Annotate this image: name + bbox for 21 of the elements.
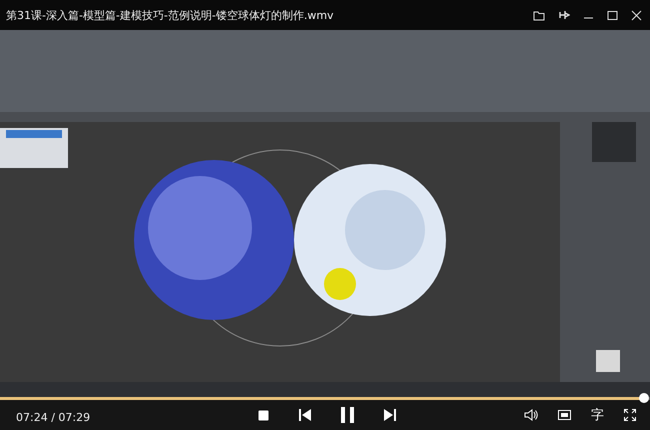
fullscreen-button[interactable] xyxy=(622,407,638,423)
screen-icon xyxy=(558,410,571,420)
next-button[interactable] xyxy=(382,407,398,423)
previous-icon xyxy=(299,409,311,421)
stop-icon xyxy=(258,410,269,420)
folder-icon[interactable] xyxy=(533,10,545,20)
stop-button[interactable] xyxy=(256,408,271,422)
playback-time: 07:24 / 07:29 xyxy=(16,410,90,424)
volume-icon xyxy=(524,409,538,421)
close-icon[interactable] xyxy=(631,10,642,20)
pause-button[interactable] xyxy=(339,405,356,425)
fullscreen-icon xyxy=(624,409,636,421)
mini-player-button[interactable] xyxy=(556,408,573,422)
pin-icon[interactable] xyxy=(558,9,570,21)
previous-button[interactable] xyxy=(297,407,313,423)
window-title: 第31课-深入篇-模型篇-建模技巧-范例说明-镂空球体灯的制作.wmv xyxy=(6,8,334,22)
maximize-icon[interactable] xyxy=(607,10,618,20)
next-icon xyxy=(384,409,396,421)
pause-icon xyxy=(341,407,354,423)
subtitle-button[interactable]: 字 xyxy=(589,406,606,424)
volume-button[interactable] xyxy=(522,407,540,423)
